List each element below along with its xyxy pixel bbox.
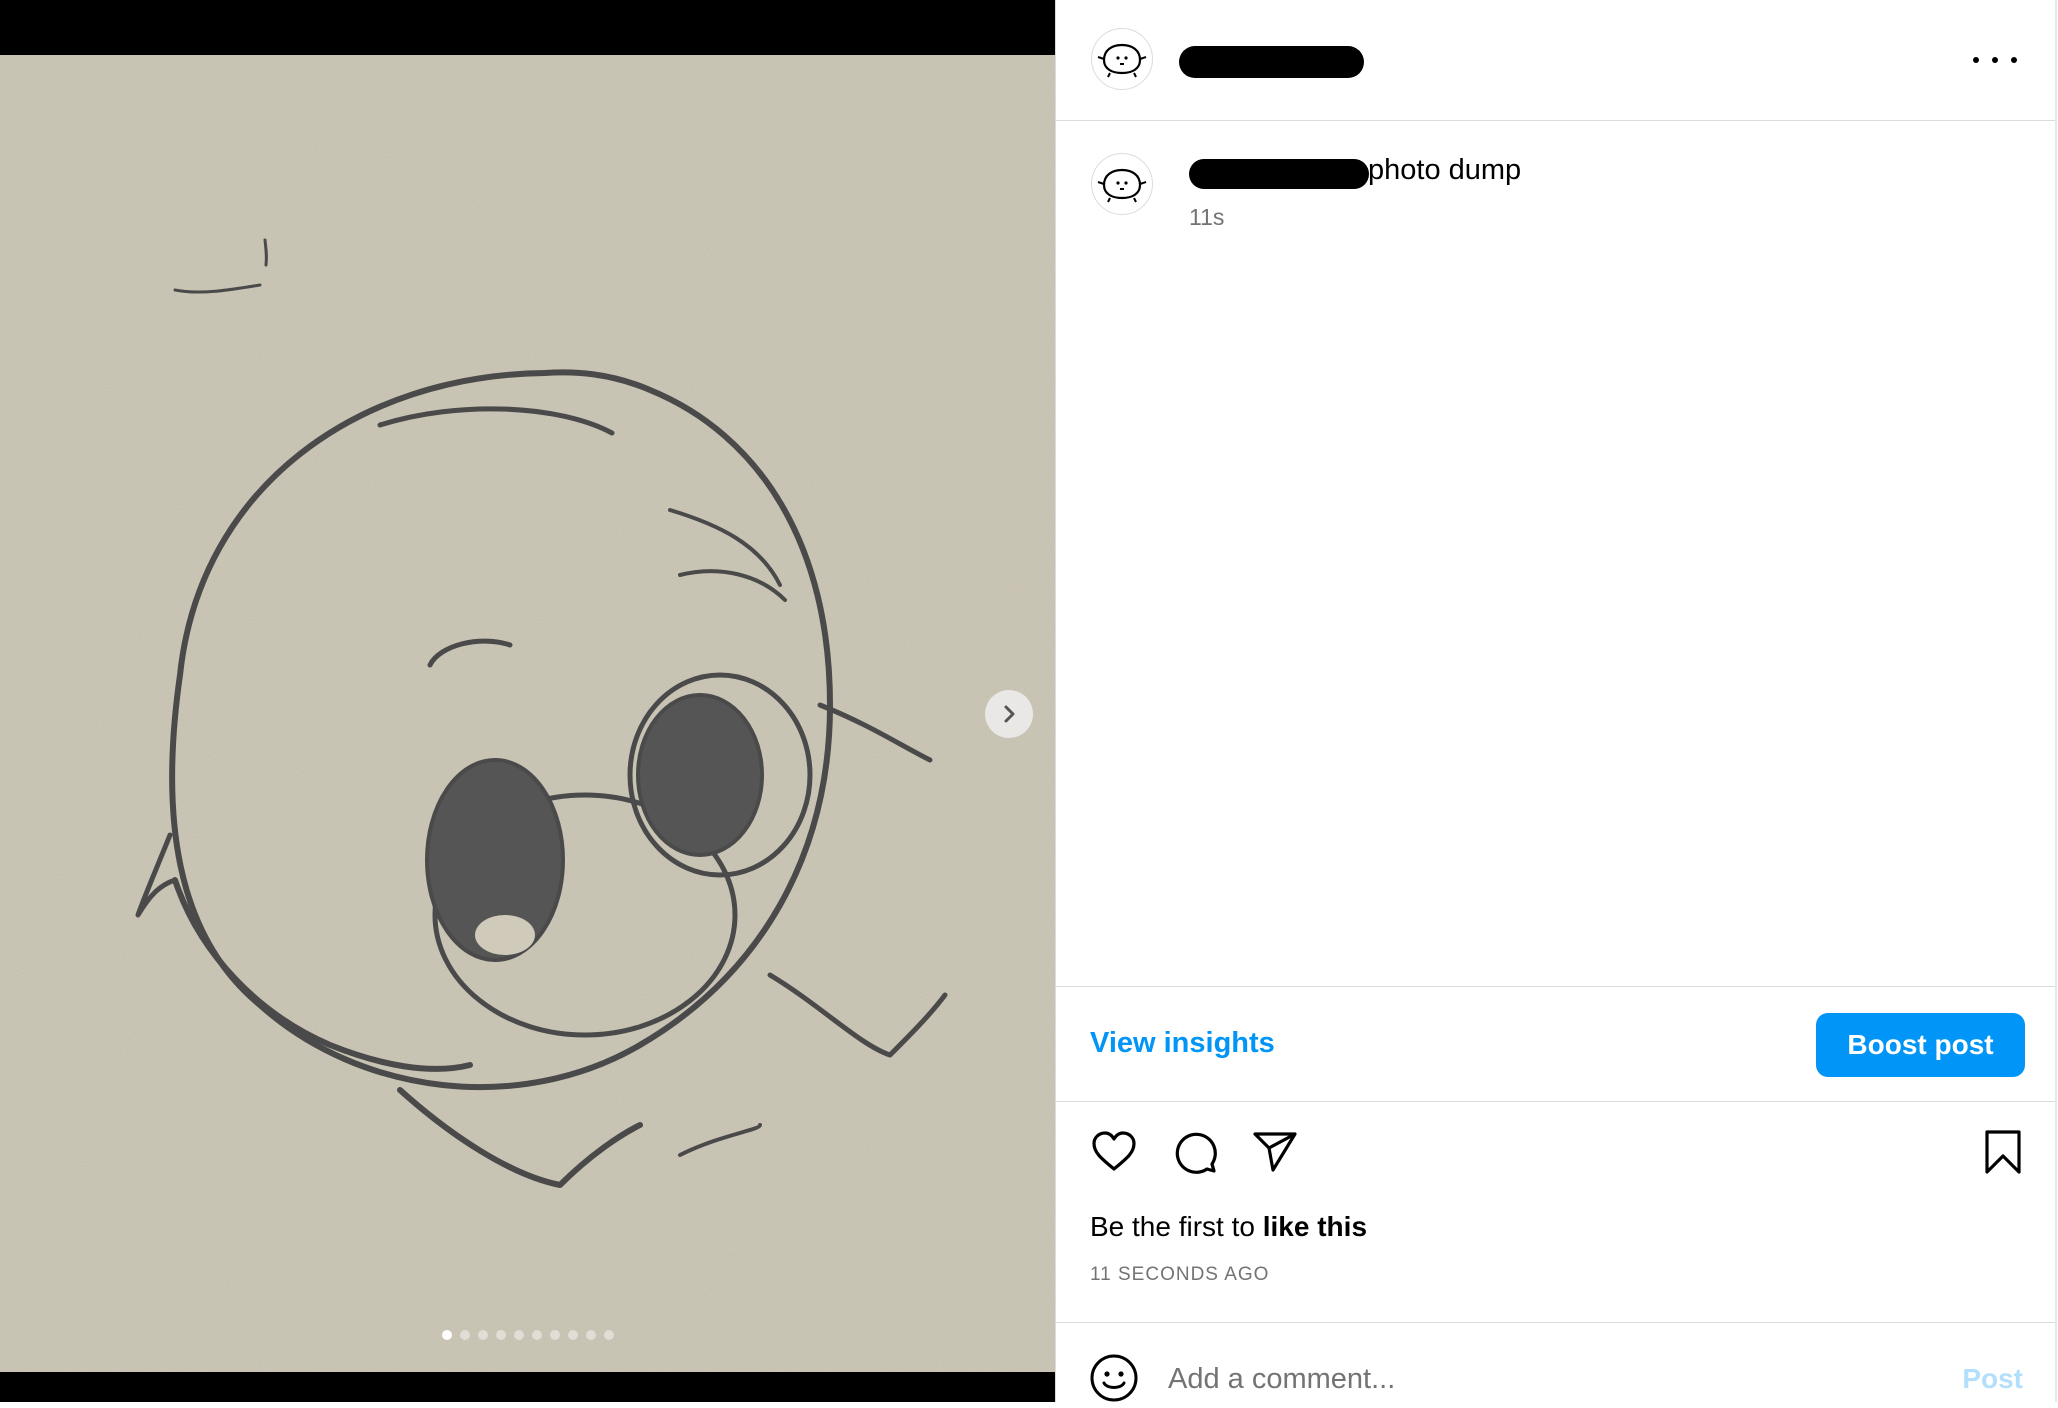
post-media	[0, 0, 1055, 1402]
carousel-dot	[531, 1330, 542, 1340]
pencil-sketch-photo	[0, 55, 1055, 1372]
likes-summary: Be the first to like this	[1090, 1211, 1367, 1243]
carousel-dot	[495, 1330, 506, 1340]
more-options-button[interactable]	[1973, 42, 2017, 78]
carousel-dot	[477, 1330, 488, 1340]
boost-post-button[interactable]: Boost post	[1816, 1013, 2025, 1077]
carousel-dot	[441, 1330, 452, 1340]
like-this-link[interactable]: like this	[1263, 1211, 1367, 1242]
emoji-icon	[1090, 1354, 1138, 1402]
insights-bar: View insights Boost post	[1056, 986, 2057, 1102]
view-insights-link[interactable]: View insights	[1090, 1027, 1275, 1060]
caption-timestamp: 11s	[1189, 204, 1225, 230]
send-icon	[1253, 1132, 1297, 1172]
comment-icon	[1175, 1132, 1217, 1174]
carousel-dot	[603, 1330, 614, 1340]
redacted-username	[1179, 46, 1364, 78]
post-details-panel: photo dump 11s View insights Boost post	[1055, 0, 2057, 1402]
post-actions	[1056, 1125, 2057, 1185]
heart-icon	[1092, 1131, 1136, 1171]
avatar-face-icon	[1097, 168, 1147, 203]
post-comment-button[interactable]: Post	[1962, 1363, 2023, 1395]
carousel-dot	[459, 1330, 470, 1340]
carousel-dot	[567, 1330, 578, 1340]
carousel-dot	[585, 1330, 596, 1340]
bookmark-icon	[1985, 1130, 2021, 1174]
carousel-dot	[513, 1330, 524, 1340]
comment-button[interactable]	[1168, 1125, 1222, 1179]
like-button[interactable]	[1087, 1125, 1141, 1179]
caption-avatar[interactable]	[1091, 153, 1153, 215]
comment-input[interactable]	[1168, 1357, 1888, 1401]
avatar[interactable]	[1091, 28, 1153, 90]
post-header	[1056, 0, 2057, 121]
more-horizontal-icon	[1973, 57, 1979, 63]
emoji-button[interactable]	[1089, 1353, 1139, 1403]
carousel-indicator	[0, 1330, 1055, 1340]
share-button[interactable]	[1248, 1125, 1302, 1179]
likes-prefix: Be the first to	[1090, 1211, 1255, 1242]
redacted-caption-username	[1189, 159, 1369, 189]
avatar-face-icon	[1097, 43, 1147, 78]
chevron-right-icon	[1004, 705, 1015, 723]
post-timestamp: 11 SECONDS AGO	[1090, 1264, 1270, 1285]
save-button[interactable]	[1976, 1125, 2030, 1179]
carousel-dot	[549, 1330, 560, 1340]
caption-text: photo dump	[1368, 154, 1522, 186]
window-edge	[2055, 0, 2057, 1402]
comment-bar: Post	[1056, 1322, 2057, 1403]
next-slide-button[interactable]	[985, 690, 1033, 738]
